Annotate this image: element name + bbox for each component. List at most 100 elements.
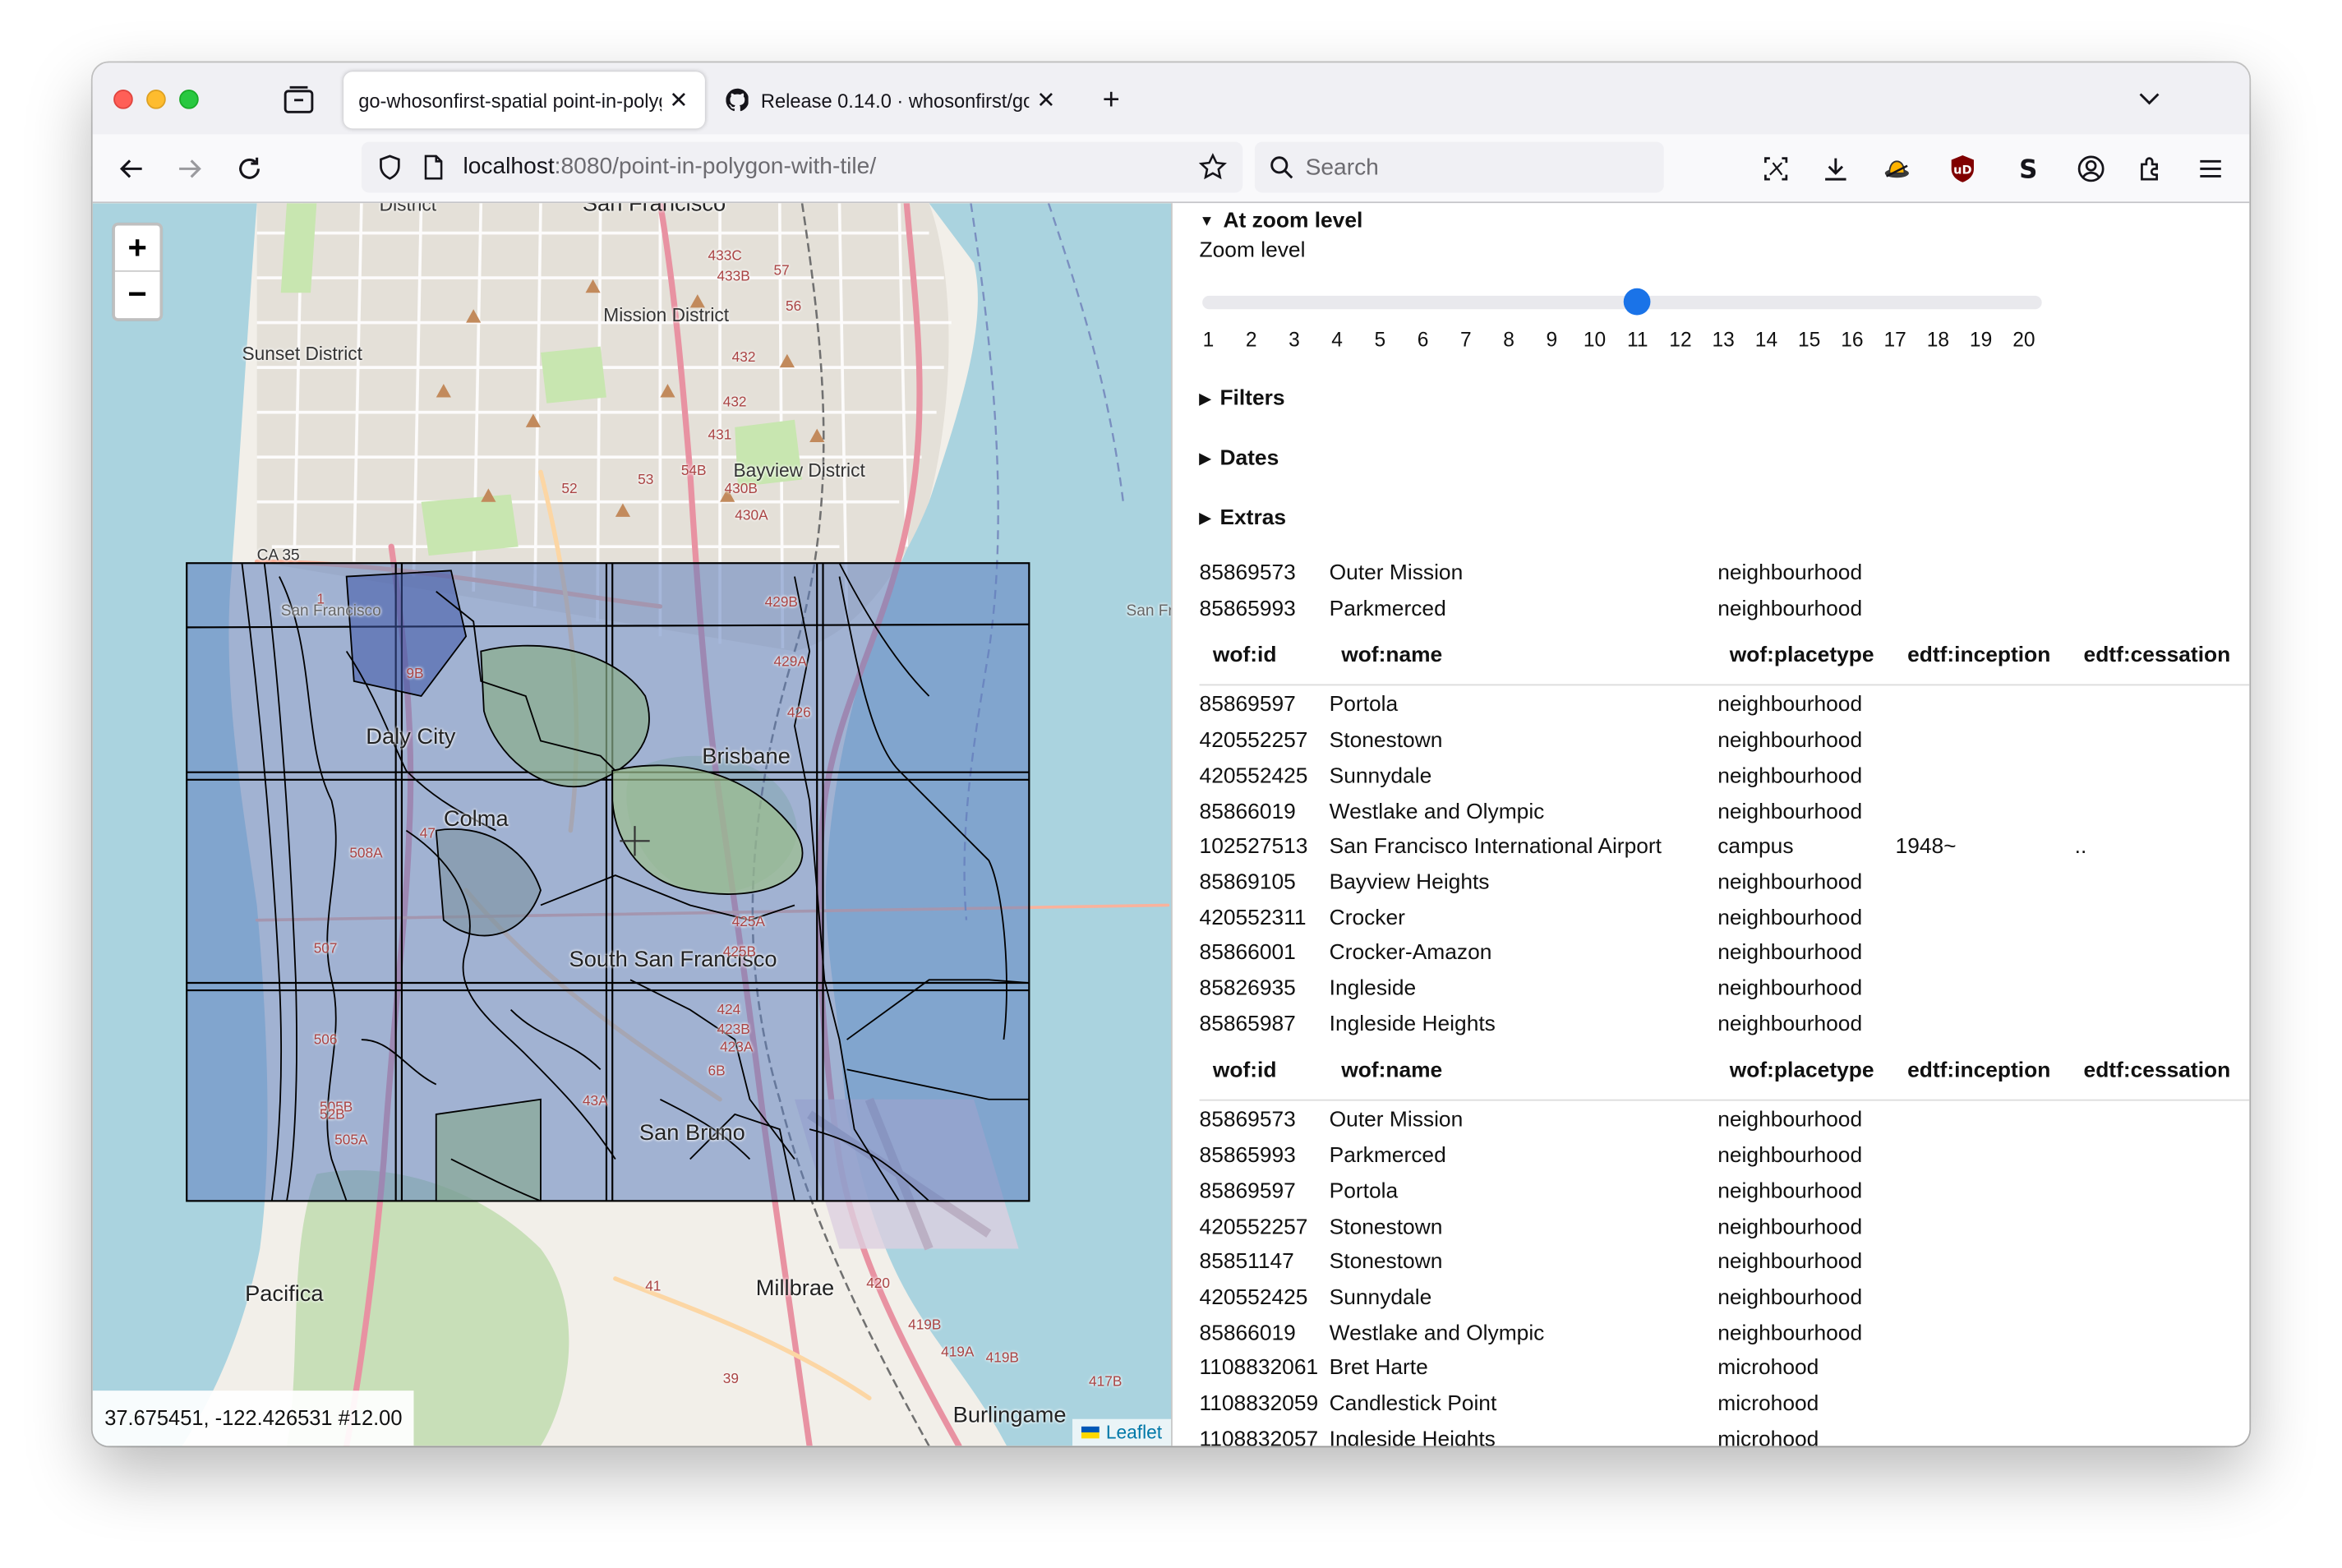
cell-name: Crocker-Amazon	[1329, 941, 1492, 966]
column-header[interactable]: wof:name	[1341, 644, 1442, 668]
zoom-slider-thumb[interactable]	[1624, 288, 1652, 316]
shield-icon[interactable]	[376, 154, 403, 181]
zoom-tick-label: 16	[1841, 328, 1864, 352]
zoom-out-button[interactable]: −	[115, 272, 160, 318]
extras-label: Extras	[1219, 506, 1287, 531]
download-icon[interactable]	[1821, 154, 1851, 183]
url-bar[interactable]: localhost:8080/point-in-polygon-with-til…	[361, 141, 1243, 193]
map-label-district: District	[379, 203, 437, 215]
svg-text:S: S	[2019, 154, 2037, 183]
zoom-in-button[interactable]: +	[114, 225, 160, 272]
cell-id: 420552257	[1199, 1215, 1308, 1239]
cell-placetype: neighbourhood	[1717, 976, 1863, 1001]
route-number: 52B	[319, 1106, 345, 1123]
tab-overview-icon[interactable]	[281, 84, 317, 117]
zoom-tick-label: 5	[1374, 328, 1386, 352]
screenshot-icon[interactable]	[1761, 154, 1791, 183]
reload-icon[interactable]	[234, 154, 264, 183]
extension-hat-icon[interactable]	[1882, 154, 1911, 183]
ublock-origin-icon[interactable]: uD	[1948, 154, 1977, 183]
dates-label: Dates	[1219, 446, 1279, 471]
zoom-tick-label: 8	[1503, 328, 1514, 352]
back-arrow-icon[interactable]	[117, 154, 146, 183]
cell-name: Stonestown	[1329, 729, 1443, 754]
extensions-puzzle-icon[interactable]	[2136, 154, 2165, 183]
cell-id: 85869573	[1199, 1109, 1296, 1133]
coordinates-readout: 37.675451, -122.426531 #12.00	[92, 1390, 415, 1446]
column-header[interactable]: wof:id	[1213, 1059, 1277, 1083]
chevron-down-icon[interactable]	[2136, 86, 2163, 110]
search-input[interactable]: Search	[1306, 155, 1379, 182]
account-icon[interactable]	[2076, 154, 2105, 183]
cell-id: 85865993	[1199, 1144, 1296, 1169]
hamburger-menu-icon[interactable]	[2196, 154, 2225, 183]
bookmark-star-icon[interactable]	[1198, 152, 1228, 182]
column-header[interactable]: wof:placetype	[1730, 1059, 1874, 1083]
search-bar[interactable]: Search	[1254, 141, 1664, 193]
column-header[interactable]: edtf:inception	[1907, 1059, 2050, 1083]
column-header[interactable]: wof:id	[1213, 644, 1277, 668]
column-header[interactable]: edtf:cessation	[2084, 644, 2231, 668]
cell-placetype: neighbourhood	[1717, 1250, 1863, 1275]
close-icon[interactable]: ✕	[667, 86, 690, 113]
tab-title: Release 0.14.0 · whosonfirst/go-whosonfi…	[760, 89, 1029, 112]
zoom-section-label: At zoom level	[1223, 209, 1363, 233]
window-close-button[interactable]	[113, 90, 133, 109]
zoom-tick-label: 4	[1331, 328, 1343, 352]
cell-name: Parkmerced	[1329, 597, 1446, 621]
extras-toggle[interactable]: ▶ Extras	[1200, 506, 1287, 530]
page-icon[interactable]	[422, 154, 445, 181]
map-tiles[interactable]	[92, 203, 1171, 1446]
column-header[interactable]: wof:name	[1341, 1059, 1442, 1083]
cell-name: Westlake and Olympic	[1329, 800, 1545, 824]
cell-name: Ingleside Heights	[1329, 1012, 1496, 1036]
route-number: 54B	[680, 463, 707, 480]
forward-arrow-icon[interactable]	[175, 154, 205, 183]
zoom-tick-label: 9	[1546, 328, 1558, 352]
cell-placetype: campus	[1717, 835, 1794, 860]
cell-placetype: neighbourhood	[1717, 1179, 1863, 1204]
cell-placetype: neighbourhood	[1717, 729, 1863, 754]
cell-id: 85869105	[1199, 870, 1296, 895]
new-tab-button[interactable]: +	[1096, 84, 1126, 118]
zoom-tick-label: 2	[1245, 328, 1257, 352]
map-label-san-bruno: San Bruno	[639, 1120, 745, 1146]
route-number: 57	[773, 262, 790, 279]
map-attribution: Leaflet	[1072, 1418, 1171, 1446]
leaflet-map[interactable]: District San Francisco Mission District …	[92, 203, 1171, 1446]
zoom-level-label: Zoom level	[1199, 238, 1306, 263]
column-header[interactable]: wof:placetype	[1730, 644, 1874, 668]
cell-placetype: neighbourhood	[1717, 800, 1863, 824]
cell-id: 1108832057	[1199, 1427, 1319, 1446]
column-header[interactable]: edtf:cessation	[2084, 1059, 2231, 1083]
cell-name: Portola	[1329, 1179, 1399, 1204]
github-icon	[726, 88, 749, 112]
dates-toggle[interactable]: ▶ Dates	[1200, 446, 1279, 470]
route-number: 1	[316, 591, 325, 608]
zoom-tick-label: 6	[1417, 328, 1429, 352]
cell-id: 420552425	[1199, 764, 1308, 789]
window-maximize-button[interactable]	[179, 90, 199, 109]
filters-toggle[interactable]: ▶ Filters	[1200, 387, 1285, 411]
route-number: 432	[731, 349, 756, 367]
zoom-level-section-toggle[interactable]: ▼ At zoom level	[1200, 209, 1363, 233]
s-extension-icon[interactable]: S	[2013, 154, 2043, 183]
url-path: :8080/point-in-polygon-with-tile/	[554, 154, 877, 180]
cell-placetype: neighbourhood	[1717, 1109, 1863, 1133]
close-icon[interactable]: ✕	[1035, 86, 1058, 113]
cell-placetype: neighbourhood	[1717, 764, 1863, 789]
map-label-pacifica: Pacifica	[245, 1281, 324, 1307]
route-number: 420	[866, 1275, 891, 1293]
table-header: wof:id wof:name wof:placetype edtf:inceptio…	[1173, 1059, 2249, 1095]
tab-pip-with-tile[interactable]: go-whosonfirst-spatial point-in-polygon-…	[343, 71, 705, 129]
leaflet-link[interactable]: Leaflet	[1106, 1422, 1162, 1442]
route-number: 419A	[941, 1344, 975, 1361]
window-minimize-button[interactable]	[146, 90, 166, 109]
map-label-brisbane: Brisbane	[702, 744, 791, 770]
tab-github-release[interactable]: Release 0.14.0 · whosonfirst/go-whosonfi…	[711, 71, 1072, 128]
route-number: 426	[786, 704, 811, 722]
browser-window: go-whosonfirst-spatial point-in-polygon-…	[92, 62, 2250, 1446]
zoom-tick-label: 1	[1202, 328, 1215, 352]
zoom-slider-track[interactable]	[1202, 295, 2042, 310]
column-header[interactable]: edtf:inception	[1907, 644, 2050, 668]
